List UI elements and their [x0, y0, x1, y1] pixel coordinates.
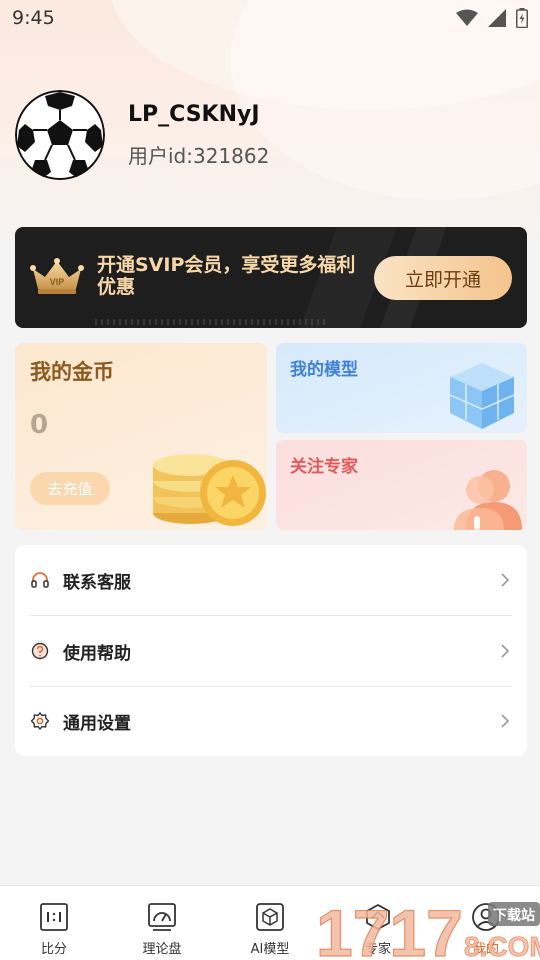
watermark-domain: 8.COM	[464, 931, 540, 960]
my-models-card[interactable]: 我的模型	[276, 343, 527, 433]
tab-theory[interactable]: 理论盘	[108, 886, 216, 960]
my-coins-card[interactable]: 我的金币 0 去充值	[15, 343, 267, 530]
menu-item-help[interactable]: 使用帮助	[15, 616, 527, 686]
site-watermark-logo: 1717 8.COM 下载站	[316, 896, 540, 960]
menu-item-settings[interactable]: 通用设置	[15, 686, 527, 756]
activate-vip-button[interactable]: 立即开通	[374, 256, 512, 300]
tab-label: 比分	[40, 942, 67, 957]
menu-item-label: 联系客服	[63, 572, 131, 593]
models-title: 我的模型	[290, 360, 358, 380]
chevron-right-icon	[501, 644, 510, 658]
profile-section: LP_CSKNyJ 用户id:321862	[15, 90, 525, 180]
headset-icon	[31, 572, 49, 588]
avatar[interactable]	[15, 90, 105, 180]
watermark-badge: 下载站	[493, 907, 535, 924]
battery-icon	[516, 8, 528, 28]
cube-icon	[449, 363, 515, 429]
tab-label: 理论盘	[142, 942, 182, 957]
gauge-icon	[148, 903, 176, 931]
wifi-icon	[456, 9, 478, 26]
menu-item-label: 通用设置	[63, 713, 131, 734]
followed-experts-card[interactable]: 关注专家	[276, 440, 527, 530]
vip-banner[interactable]: VIP 开通SVIP会员，享受更多福利优惠 立即开通	[15, 227, 527, 328]
experts-title: 关注专家	[290, 457, 358, 477]
user-id: 用户id:321862	[128, 144, 270, 168]
cube-icon	[256, 903, 284, 931]
username: LP_CSKNyJ	[128, 102, 260, 127]
gold-coins-icon	[153, 454, 266, 526]
cellular-signal-icon	[488, 9, 506, 27]
menu-item-customer-service[interactable]: 联系客服	[15, 545, 527, 615]
coins-balance: 0	[30, 410, 49, 440]
soccer-ball-icon	[15, 90, 105, 180]
chevron-right-icon	[501, 714, 510, 728]
status-time: 9:45	[12, 7, 55, 29]
expert-person-icon	[454, 470, 522, 530]
help-icon	[31, 642, 49, 660]
status-bar: 9:45	[0, 0, 540, 36]
settings-menu: 联系客服 使用帮助 通用设置	[15, 545, 527, 756]
menu-item-label: 使用帮助	[63, 643, 131, 664]
chevron-right-icon	[501, 573, 510, 587]
vip-promo-text: 开通SVIP会员，享受更多福利优惠	[97, 254, 356, 298]
watermark-number: 1717	[316, 896, 463, 960]
tab-label: AI模型	[250, 942, 290, 957]
scoreboard-icon	[40, 903, 68, 931]
settings-gear-icon	[31, 712, 49, 730]
recharge-button[interactable]: 去充值	[30, 472, 110, 505]
tab-ai-model[interactable]: AI模型	[216, 886, 324, 960]
coins-title: 我的金币	[30, 360, 114, 384]
crown-icon: VIP	[30, 258, 84, 294]
tab-scores[interactable]: 比分	[0, 886, 108, 960]
crown-vip-text: VIP	[50, 277, 65, 287]
